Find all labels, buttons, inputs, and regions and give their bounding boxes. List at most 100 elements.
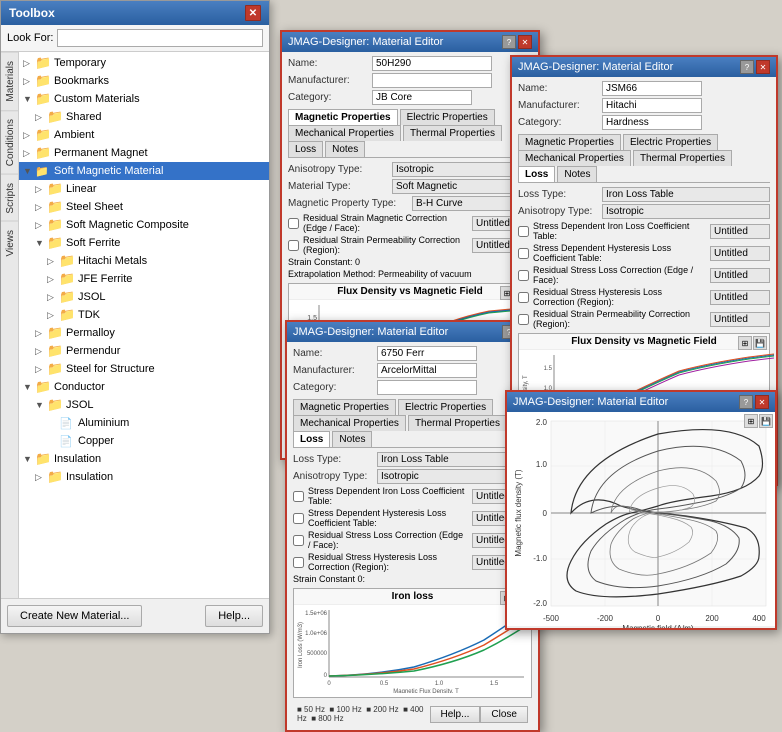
tree-item-ambient[interactable]: ▷ 📁 Ambient [19,126,269,144]
tab-loss[interactable]: Loss [288,141,323,157]
e3-cb1-check[interactable] [518,226,529,237]
chart3-zoom-btn[interactable]: ⊞ [738,336,752,350]
e3-cb4-input[interactable] [710,290,770,305]
e3-loss-value: Iron Loss Table [602,187,770,202]
hyst-save-btn[interactable]: 💾 [759,414,773,428]
tab-magnetic[interactable]: Magnetic Properties [288,109,398,125]
tab-materials[interactable]: Materials [1,52,18,110]
e3-cb5-check[interactable] [518,314,529,325]
toolbox-close-btn[interactable]: ✕ [245,5,261,21]
folder-icon: 📁 [47,344,63,358]
cb2-check[interactable] [288,240,299,251]
e3-tab-mechanical[interactable]: Mechanical Properties [518,150,631,166]
e2-cb2-check[interactable] [293,513,304,524]
e2-freq-legend: ■ 50 Hz ■ 100 Hz ■ 200 Hz ■ 400 Hz ■ 800… [297,705,430,723]
e3-name-input[interactable] [602,81,702,96]
e3-cat-input[interactable] [602,115,702,130]
tree-item-jsol-ferrite[interactable]: ▷ 📁 JSOL [19,288,269,306]
hyst-close-btn[interactable]: ✕ [755,395,769,409]
e2-cb3-label: Residual Stress Loss Correction (Edge / … [308,530,468,550]
editor1-close-btn[interactable]: ✕ [518,35,532,49]
e3-tab-magnetic[interactable]: Magnetic Properties [518,134,621,150]
tree-item-steel-structure[interactable]: ▷ 📁 Steel for Structure [19,360,269,378]
e2-tab-magnetic[interactable]: Magnetic Properties [293,399,396,415]
tree-item-bookmarks[interactable]: ▷ 📁 Bookmarks [19,72,269,90]
e3-cb4-check[interactable] [518,292,529,303]
tree-item-soft-ferrite[interactable]: ▼ 📁 Soft Ferrite [19,234,269,252]
chart3-save-btn[interactable]: 💾 [753,336,767,350]
e2-mfr-input[interactable] [377,363,477,378]
tab-mechanical[interactable]: Mechanical Properties [288,125,401,141]
e2-tab-thermal[interactable]: Thermal Properties [408,415,507,431]
e3-cb3-check[interactable] [518,270,529,281]
svg-text:1.0: 1.0 [435,681,444,687]
e3-cb2-check[interactable] [518,248,529,259]
chart3-toolbar: ⊞ 💾 [738,336,767,350]
tree-item-steel-sheet[interactable]: ▷ 📁 Steel Sheet [19,198,269,216]
e2-cb4-check[interactable] [293,557,304,568]
e2-tab-electric[interactable]: Electric Properties [398,399,493,415]
e2-tab-mechanical[interactable]: Mechanical Properties [293,415,406,431]
folder-icon: 📁 [59,254,75,268]
svg-text:Magnetic flux density (T): Magnetic flux density (T) [514,469,523,556]
category-input[interactable] [372,90,472,105]
e3-cb5-input[interactable] [710,312,770,327]
tab-views[interactable]: Views [1,221,18,265]
tree-item-tdk[interactable]: ▷ 📁 TDK [19,306,269,324]
search-input[interactable] [57,29,263,47]
editor2-help-btn[interactable]: Help... [430,706,481,723]
cb1-check[interactable] [288,218,299,229]
e3-cb1-input[interactable] [710,224,770,239]
tree-item-jfe-ferrite[interactable]: ▷ 📁 JFE Ferrite [19,270,269,288]
e2-cat-input[interactable] [377,380,477,395]
tab-notes[interactable]: Notes [325,141,365,157]
e3-tab-electric[interactable]: Electric Properties [623,134,718,150]
e2-tab-loss[interactable]: Loss [293,431,330,447]
manufacturer-input[interactable] [372,73,492,88]
name-input[interactable]: 50H290 [372,56,492,71]
create-material-btn[interactable]: Create New Material... [7,605,142,627]
hyst-help-icon[interactable]: ? [739,395,753,409]
e2-tab-notes[interactable]: Notes [332,431,372,447]
tree-item-soft-magnetic-composite[interactable]: ▷ 📁 Soft Magnetic Composite [19,216,269,234]
tree-item-custom-materials[interactable]: ▼ 📁 Custom Materials [19,90,269,108]
e3-tab-notes[interactable]: Notes [557,166,597,182]
tab-conditions[interactable]: Conditions [1,110,18,174]
tree-item-hitachi-metals[interactable]: ▷ 📁 Hitachi Metals [19,252,269,270]
tree-item-soft-magnetic-material[interactable]: ▼ 📁 Soft Magnetic Material [19,162,269,180]
tree-item-copper[interactable]: ▷ 📄 Copper [19,432,269,450]
tree-item-permalloy[interactable]: ▷ 📁 Permalloy [19,324,269,342]
tree-item-aluminium[interactable]: ▷ 📄 Aluminium [19,414,269,432]
svg-text:2.0: 2.0 [536,418,548,427]
editor3-close-btn[interactable]: ✕ [756,60,770,74]
e3-tab-thermal[interactable]: Thermal Properties [633,150,732,166]
e3-cb2-input[interactable] [710,246,770,261]
expand-arrow: ▷ [47,274,59,285]
editor2-close-action-btn[interactable]: Close [480,706,528,723]
editor1-help-icon[interactable]: ? [502,35,516,49]
e2-name-input[interactable] [377,346,477,361]
e3-tab-loss[interactable]: Loss [518,166,555,182]
e2-cb1-check[interactable] [293,491,304,502]
tree-item-jsol2[interactable]: ▼ 📁 JSOL [19,396,269,414]
tree-item-shared[interactable]: ▷ 📁 Shared [19,108,269,126]
e3-cb3-input[interactable] [710,268,770,283]
e3-mfr-input[interactable] [602,98,702,113]
tab-thermal[interactable]: Thermal Properties [403,125,502,141]
tree-item-permanent-magnet[interactable]: ▷ 📁 Permanent Magnet [19,144,269,162]
e2-aniso-label: Anisotropy Type: [293,471,373,482]
editor3-help-icon[interactable]: ? [740,60,754,74]
tree-item-permendur[interactable]: ▷ 📁 Permendur [19,342,269,360]
e2-cb3-check[interactable] [293,535,304,546]
tree-item-conductor[interactable]: ▼ 📁 Conductor [19,378,269,396]
tree-item-insulation2[interactable]: ▷ 📁 Insulation [19,468,269,486]
tree-item-linear[interactable]: ▷ 📁 Linear [19,180,269,198]
tree-item-insulation[interactable]: ▼ 📁 Insulation [19,450,269,468]
help-btn[interactable]: Help... [205,605,263,627]
e2-strain-row: Strain Constant 0: [293,574,532,584]
hyst-zoom-btn[interactable]: ⊞ [744,414,758,428]
e2-cb1-row: Stress Dependent Iron Loss Coefficient T… [293,486,532,506]
tree-item-temporary[interactable]: ▷ 📁 Temporary [19,54,269,72]
tab-electric[interactable]: Electric Properties [400,109,495,125]
tab-scripts[interactable]: Scripts [1,174,18,222]
